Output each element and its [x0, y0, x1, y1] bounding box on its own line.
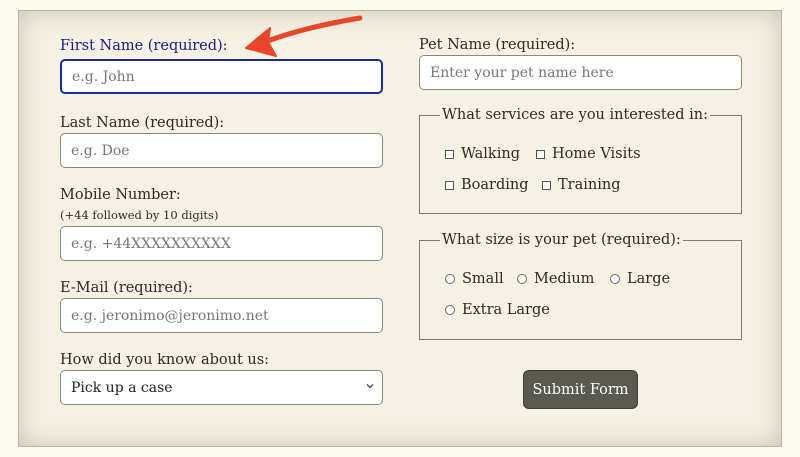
checkbox-icon[interactable] — [542, 180, 551, 190]
email-label: E-Mail (required): — [60, 280, 193, 296]
last-name-label: Last Name (required): — [60, 115, 225, 131]
service-option-home-visits[interactable]: Home Visits — [536, 146, 641, 162]
radio-icon[interactable] — [517, 274, 527, 284]
referral-select-value: Pick up a case — [71, 379, 173, 396]
first-name-input[interactable] — [60, 59, 383, 94]
size-option-medium[interactable]: Medium — [517, 271, 594, 287]
referral-label: How did you know about us: — [60, 352, 270, 368]
referral-select[interactable]: Pick up a case — [60, 370, 383, 405]
radio-icon[interactable] — [445, 274, 455, 284]
size-option-small[interactable]: Small — [445, 271, 504, 287]
mobile-input[interactable] — [60, 226, 383, 261]
radio-icon[interactable] — [610, 274, 620, 284]
radio-icon[interactable] — [445, 305, 455, 315]
mobile-hint: (+44 followed by 10 digits) — [60, 208, 219, 222]
checkbox-icon[interactable] — [445, 180, 454, 190]
size-option-extra-large[interactable]: Extra Large — [445, 302, 550, 318]
checkbox-icon[interactable] — [536, 149, 545, 159]
mobile-label: Mobile Number: — [60, 187, 181, 203]
size-option-large[interactable]: Large — [610, 271, 670, 287]
checkbox-icon[interactable] — [445, 149, 454, 159]
pet-size-legend: What size is your pet (required): — [442, 232, 681, 248]
chevron-down-icon — [366, 384, 374, 389]
last-name-input[interactable] — [60, 133, 383, 168]
submit-button[interactable]: Submit Form — [523, 370, 638, 409]
service-option-training[interactable]: Training — [542, 177, 620, 193]
first-name-label: First Name (required): — [60, 38, 228, 54]
services-legend: What services are you interested in: — [442, 107, 708, 123]
pet-name-input[interactable] — [419, 55, 742, 90]
service-option-walking[interactable]: Walking — [445, 146, 520, 162]
email-input[interactable] — [60, 298, 383, 333]
red-arrow-icon — [245, 15, 363, 57]
pet-name-label: Pet Name (required): — [419, 37, 576, 53]
service-option-boarding[interactable]: Boarding — [445, 177, 529, 193]
